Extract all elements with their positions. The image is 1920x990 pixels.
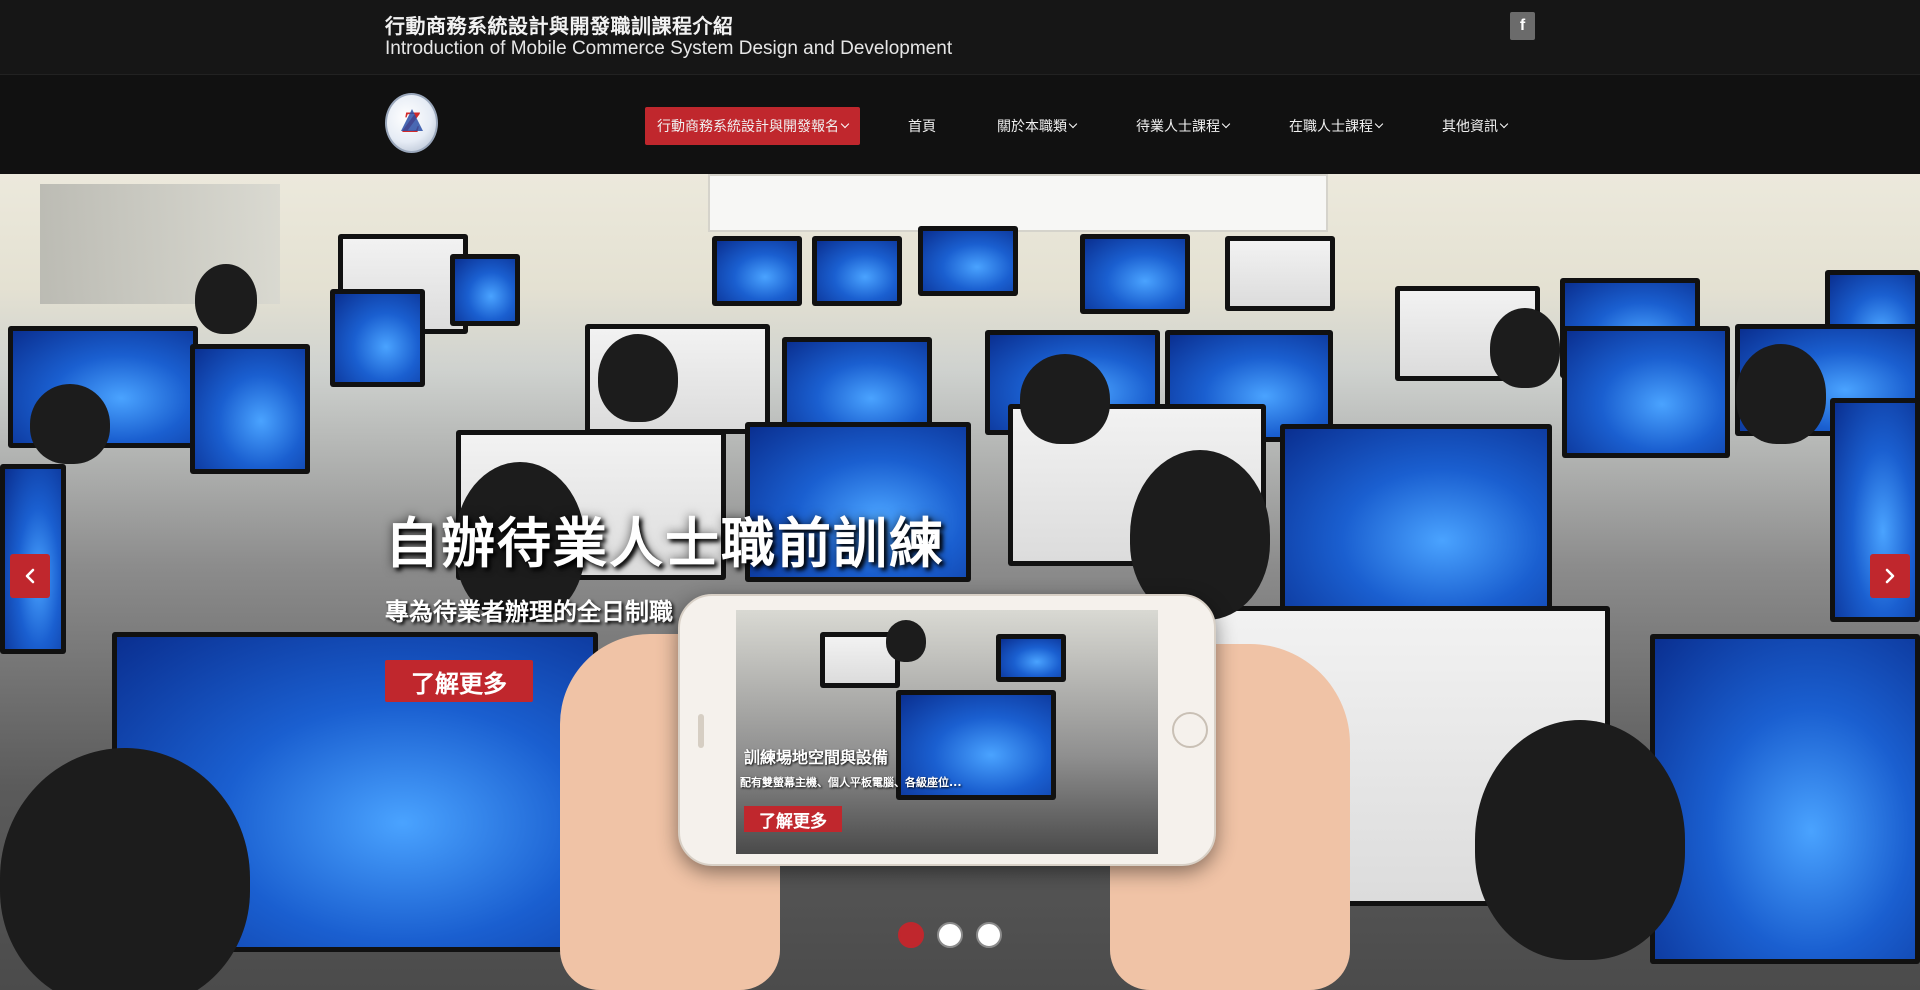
chevron-down-icon xyxy=(1068,119,1078,129)
chevron-right-icon xyxy=(1885,568,1895,584)
hero-slider: 自辦待業人士職前訓練 專為待業者辦理的全日制職 了解更多 訓練場地空間與設備 配… xyxy=(0,174,1920,990)
phone-slide-caption: 訓練場地空間與設備 xyxy=(744,748,889,767)
nav-item-registration[interactable]: 行動商務系統設計與開發報名 xyxy=(645,107,860,145)
slider-dot-1[interactable] xyxy=(898,922,924,948)
phone-learn-more-button[interactable]: 了解更多 xyxy=(744,806,842,832)
hero-heading: 自辦待業人士職前訓練 xyxy=(385,512,945,575)
logo-mark-icon: Z xyxy=(387,95,436,151)
site-title-english: Introduction of Mobile Commerce System D… xyxy=(385,38,953,59)
nav-item-label: 關於本職類 xyxy=(997,119,1067,135)
phone-mockup: 訓練場地空間與設備 配有雙螢幕主機、個人平板電腦、各級座位... 了解更多 xyxy=(678,594,1216,866)
nav-item-unemployed-courses[interactable]: 待業人士課程 xyxy=(1136,107,1231,145)
chevron-down-icon xyxy=(840,119,850,129)
slider-dot-2[interactable] xyxy=(937,922,963,948)
nav-item-about[interactable]: 關於本職類 xyxy=(997,107,1078,145)
phone-home-button xyxy=(1172,712,1208,748)
phone-screen: 訓練場地空間與設備 配有雙螢幕主機、個人平板電腦、各級座位... 了解更多 xyxy=(736,610,1158,854)
main-navbar: Z 行動商務系統設計與開發報名 首頁 關於本職類 待業人士課程 在職人士課程 其… xyxy=(0,74,1920,174)
slider-next-button[interactable] xyxy=(1870,554,1910,598)
nav-item-home[interactable]: 首頁 xyxy=(908,107,936,145)
nav-item-label: 行動商務系統設計與開發報名 xyxy=(657,119,839,135)
slider-prev-button[interactable] xyxy=(10,554,50,598)
chevron-left-icon xyxy=(25,568,35,584)
nav-item-label: 其他資訊 xyxy=(1442,119,1498,135)
site-title-chinese: 行動商務系統設計與開發職訓課程介紹 xyxy=(385,14,734,38)
facebook-icon[interactable]: f xyxy=(1510,12,1535,40)
chevron-down-icon xyxy=(1499,119,1509,129)
hero-subheading: 專為待業者辦理的全日制職 xyxy=(385,598,673,626)
nav-item-label: 在職人士課程 xyxy=(1289,119,1373,135)
nav-item-label: 待業人士課程 xyxy=(1136,119,1220,135)
chevron-down-icon xyxy=(1374,119,1384,129)
phone-speaker xyxy=(698,714,704,748)
site-logo[interactable]: Z xyxy=(385,93,438,153)
chevron-down-icon xyxy=(1221,119,1231,129)
nav-item-employed-courses[interactable]: 在職人士課程 xyxy=(1289,107,1384,145)
top-header: 行動商務系統設計與開發職訓課程介紹 Introduction of Mobile… xyxy=(0,0,1920,74)
nav-item-other-info[interactable]: 其他資訊 xyxy=(1442,107,1509,145)
slider-dot-3[interactable] xyxy=(976,922,1002,948)
nav-item-label: 首頁 xyxy=(908,119,936,135)
learn-more-button[interactable]: 了解更多 xyxy=(385,660,533,702)
slider-pagination xyxy=(898,922,1002,948)
phone-slide-subcaption: 配有雙螢幕主機、個人平板電腦、各級座位... xyxy=(740,776,962,789)
